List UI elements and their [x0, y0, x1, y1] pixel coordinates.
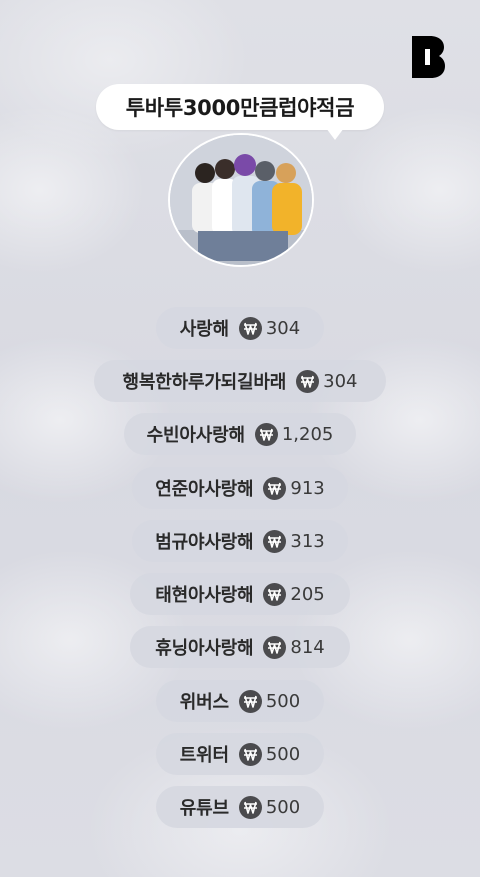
item-label: 범규야사랑해 [155, 532, 254, 553]
won-coin-icon [238, 689, 262, 713]
item-label: 연준아사랑해 [155, 479, 254, 500]
won-coin-icon [238, 795, 262, 819]
list-item[interactable]: 위버스 500 [156, 680, 324, 722]
item-label: 트위터 [179, 745, 229, 766]
item-amount: 814 [290, 636, 325, 658]
item-label: 위버스 [179, 692, 229, 713]
won-coin-icon [263, 476, 287, 500]
list-item[interactable]: 사랑해 304 [156, 307, 324, 349]
list-item[interactable]: 범규야사랑해 313 [132, 520, 348, 562]
item-label: 태현아사랑해 [155, 585, 254, 606]
item-amount: 500 [265, 796, 301, 818]
list-item[interactable]: 트위터 500 [156, 733, 324, 775]
item-amount: 205 [290, 583, 325, 605]
won-coin-icon [254, 422, 278, 446]
won-coin-icon [263, 529, 287, 553]
item-amount: 913 [290, 477, 325, 499]
item-label: 휴닝아사랑해 [155, 638, 254, 659]
page-title: 투바투3000만큼럽야적금 [125, 96, 355, 120]
item-amount: 313 [290, 530, 325, 552]
won-coin-icon [296, 369, 320, 393]
won-coin-icon [238, 316, 262, 340]
list-item[interactable]: 수빈아사랑해 1,205 [124, 413, 356, 455]
avatar[interactable] [168, 133, 314, 267]
won-coin-icon [263, 582, 287, 606]
list-item[interactable]: 연준아사랑해 913 [132, 467, 348, 509]
item-amount: 500 [265, 690, 301, 712]
item-amount: 500 [265, 743, 301, 765]
item-label: 유튜브 [179, 798, 229, 819]
list-item[interactable]: 유튜브 500 [156, 786, 324, 828]
item-amount: 304 [265, 317, 301, 339]
item-amount: 304 [323, 370, 358, 392]
item-label: 수빈아사랑해 [146, 425, 245, 446]
list-item[interactable]: 휴닝아사랑해 814 [130, 626, 350, 668]
b-logo-icon[interactable] [412, 36, 445, 78]
item-label: 행복한하루가되길바래 [122, 372, 287, 393]
group-photo-image [170, 135, 312, 265]
list-item[interactable]: 태현아사랑해 205 [130, 573, 350, 615]
item-label: 사랑해 [179, 319, 229, 340]
won-coin-icon [263, 635, 287, 659]
won-coin-icon [238, 742, 262, 766]
item-amount: 1,205 [281, 423, 334, 445]
list-item[interactable]: 행복한하루가되길바래 304 [94, 360, 386, 402]
title-bubble: 투바투3000만큼럽야적금 [96, 84, 384, 140]
